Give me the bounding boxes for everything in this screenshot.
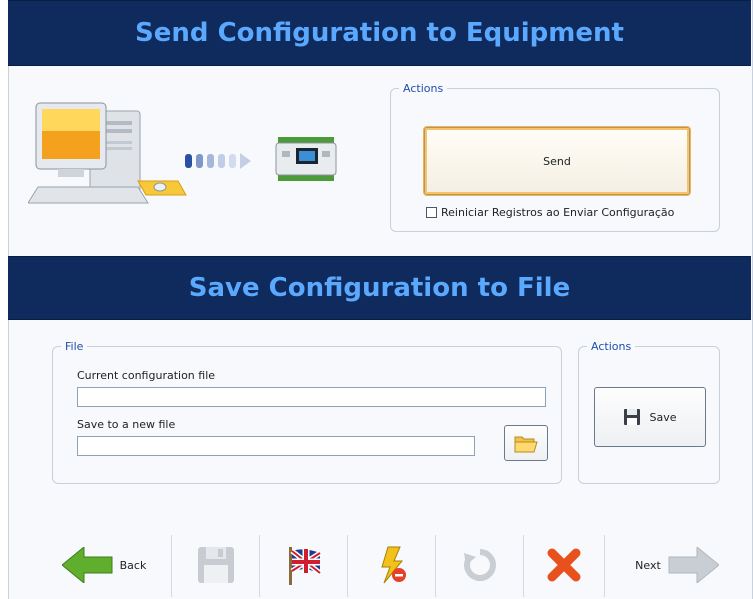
reset-registers-checkbox[interactable] [426,207,437,218]
refresh-button[interactable] [436,531,523,599]
file-group: File [52,340,562,484]
language-flag-button[interactable] [260,531,347,599]
toolbar-separator [604,535,605,597]
back-arrow-icon [61,547,113,583]
next-button-label: Next [635,558,661,572]
uk-flag-icon [288,547,322,585]
send-section-title: Send Configuration to Equipment [8,0,751,66]
save-button[interactable]: Save [594,387,706,447]
back-button-label: Back [119,558,147,572]
send-button[interactable]: Send [424,127,690,195]
equipment-device-icon [274,135,338,186]
new-file-label: Save to a new file [77,418,176,431]
file-legend: File [65,340,84,353]
new-file-input[interactable] [77,436,475,456]
reset-registers-label: Reiniciar Registros ao Enviar Configuraç… [441,206,675,219]
save-button-label: Save [649,410,677,424]
floppy-disk-icon [624,409,641,425]
send-button-label: Send [543,154,571,168]
floppy-disk-disabled-icon [197,547,234,583]
transfer-arrow-icon [185,149,265,176]
red-x-icon [547,548,581,582]
refresh-icon [463,549,496,581]
power-disconnect-button[interactable] [348,531,435,599]
computer-to-device-illustration [27,95,358,215]
lightning-stop-icon [380,546,406,584]
current-file-label: Current configuration file [77,369,216,382]
browse-folder-button[interactable] [504,425,548,461]
bottom-toolbar: Back Next [9,531,750,599]
delete-button[interactable] [524,531,604,599]
next-arrow-icon [668,547,719,583]
save-section-title: Save Configuration to File [8,256,751,320]
back-button[interactable]: Back [39,531,169,599]
save-actions-legend: Actions [591,340,632,353]
reset-registers-checkbox-row[interactable]: Reiniciar Registros ao Enviar Configuraç… [426,206,674,219]
send-actions-legend: Actions [403,82,444,95]
current-file-input[interactable] [77,387,546,407]
save-disk-toolbar-button[interactable] [172,531,259,599]
folder-icon [514,436,538,453]
next-button[interactable]: Next [607,531,747,599]
